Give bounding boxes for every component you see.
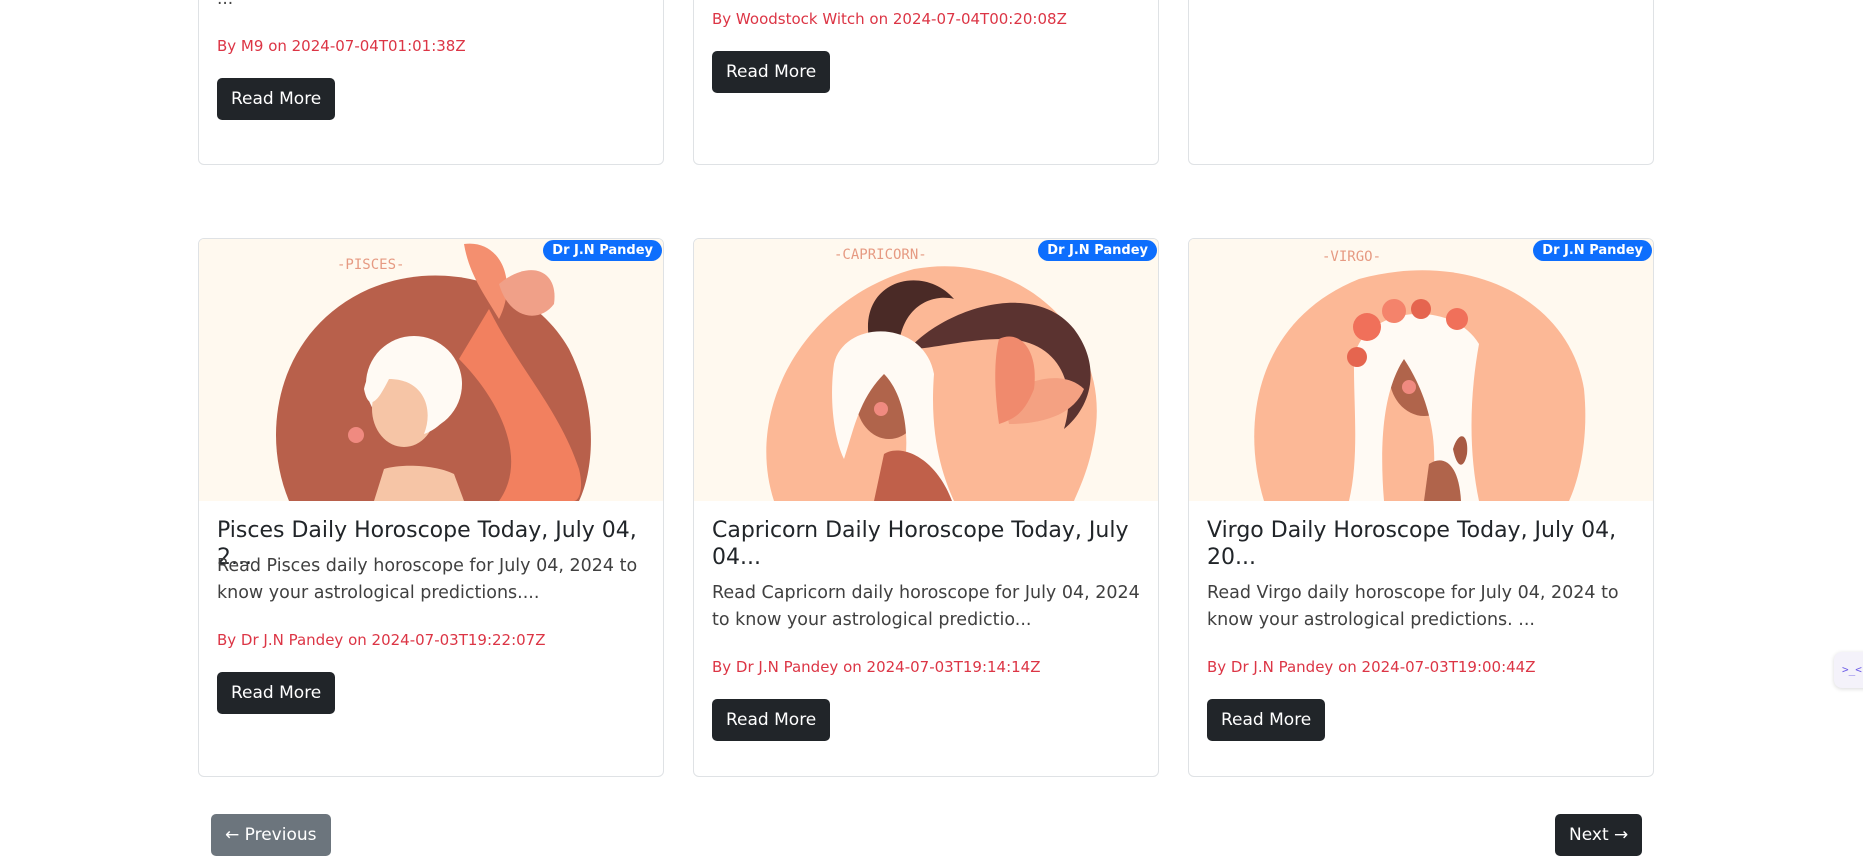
article-card-virgo[interactable]: -VIRGO- Dr J.N Pandey Virgo Daily Horosc… [1188, 238, 1654, 777]
author-badge: Dr J.N Pandey [1038, 240, 1157, 261]
card-meta: By Woodstock Witch on 2024-07-04T00:20:0… [712, 10, 1067, 28]
card-meta: By Dr J.N Pandey on 2024-07-03T19:22:07Z [217, 631, 546, 649]
read-more-button[interactable]: Read More [217, 672, 336, 714]
capricorn-label: -CAPRICORN- [834, 247, 927, 263]
card-meta: By M9 on 2024-07-04T01:01:38Z [217, 37, 466, 55]
virgo-label: -VIRGO- [1322, 249, 1381, 265]
card-description: Read Capricorn daily horoscope for July … [712, 583, 1140, 630]
card-description: Read Virgo daily horoscope for July 04, … [1207, 583, 1619, 630]
article-card-pisces[interactable]: -PISCES- Dr J.N Pandey Pisces Daily Horo… [198, 238, 664, 777]
card-meta: By Dr J.N Pandey on 2024-07-03T19:14:14Z [712, 658, 1041, 676]
read-more-button[interactable]: Read More [1207, 699, 1326, 741]
previous-page-button[interactable]: ← Previous [211, 814, 331, 856]
card-description: Read Pisces daily horoscope for July 04,… [217, 556, 638, 603]
read-more-button[interactable]: Read More [712, 51, 831, 93]
card-title[interactable]: Capricorn Daily Horoscope Today, July 04… [712, 517, 1142, 571]
article-card-top-3 [1188, 0, 1654, 165]
read-more-button[interactable]: Read More [712, 699, 831, 741]
pisces-label: -PISCES- [337, 257, 404, 273]
read-more-button[interactable]: Read More [217, 78, 336, 120]
author-badge: Dr J.N Pandey [543, 240, 662, 261]
article-card-capricorn[interactable]: -CAPRICORN- Dr J.N Pandey Capricorn Dail… [693, 238, 1159, 777]
card-excerpt-tail: ... [217, 0, 233, 9]
next-page-button[interactable]: Next → [1555, 814, 1643, 856]
floating-assistant-tab[interactable]: >_< [1834, 652, 1863, 688]
capricorn-illustration[interactable]: -CAPRICORN- [694, 239, 1158, 501]
article-card-top-2: By Woodstock Witch on 2024-07-04T00:20:0… [693, 0, 1159, 165]
article-card-top-1: ... By M9 on 2024-07-04T01:01:38Z Read M… [198, 0, 664, 165]
card-title[interactable]: Virgo Daily Horoscope Today, July 04, 20… [1207, 517, 1637, 571]
virgo-illustration[interactable]: -VIRGO- [1189, 239, 1653, 501]
author-badge: Dr J.N Pandey [1533, 240, 1652, 261]
pisces-illustration[interactable]: -PISCES- [199, 239, 663, 501]
card-meta: By Dr J.N Pandey on 2024-07-03T19:00:44Z [1207, 658, 1536, 676]
